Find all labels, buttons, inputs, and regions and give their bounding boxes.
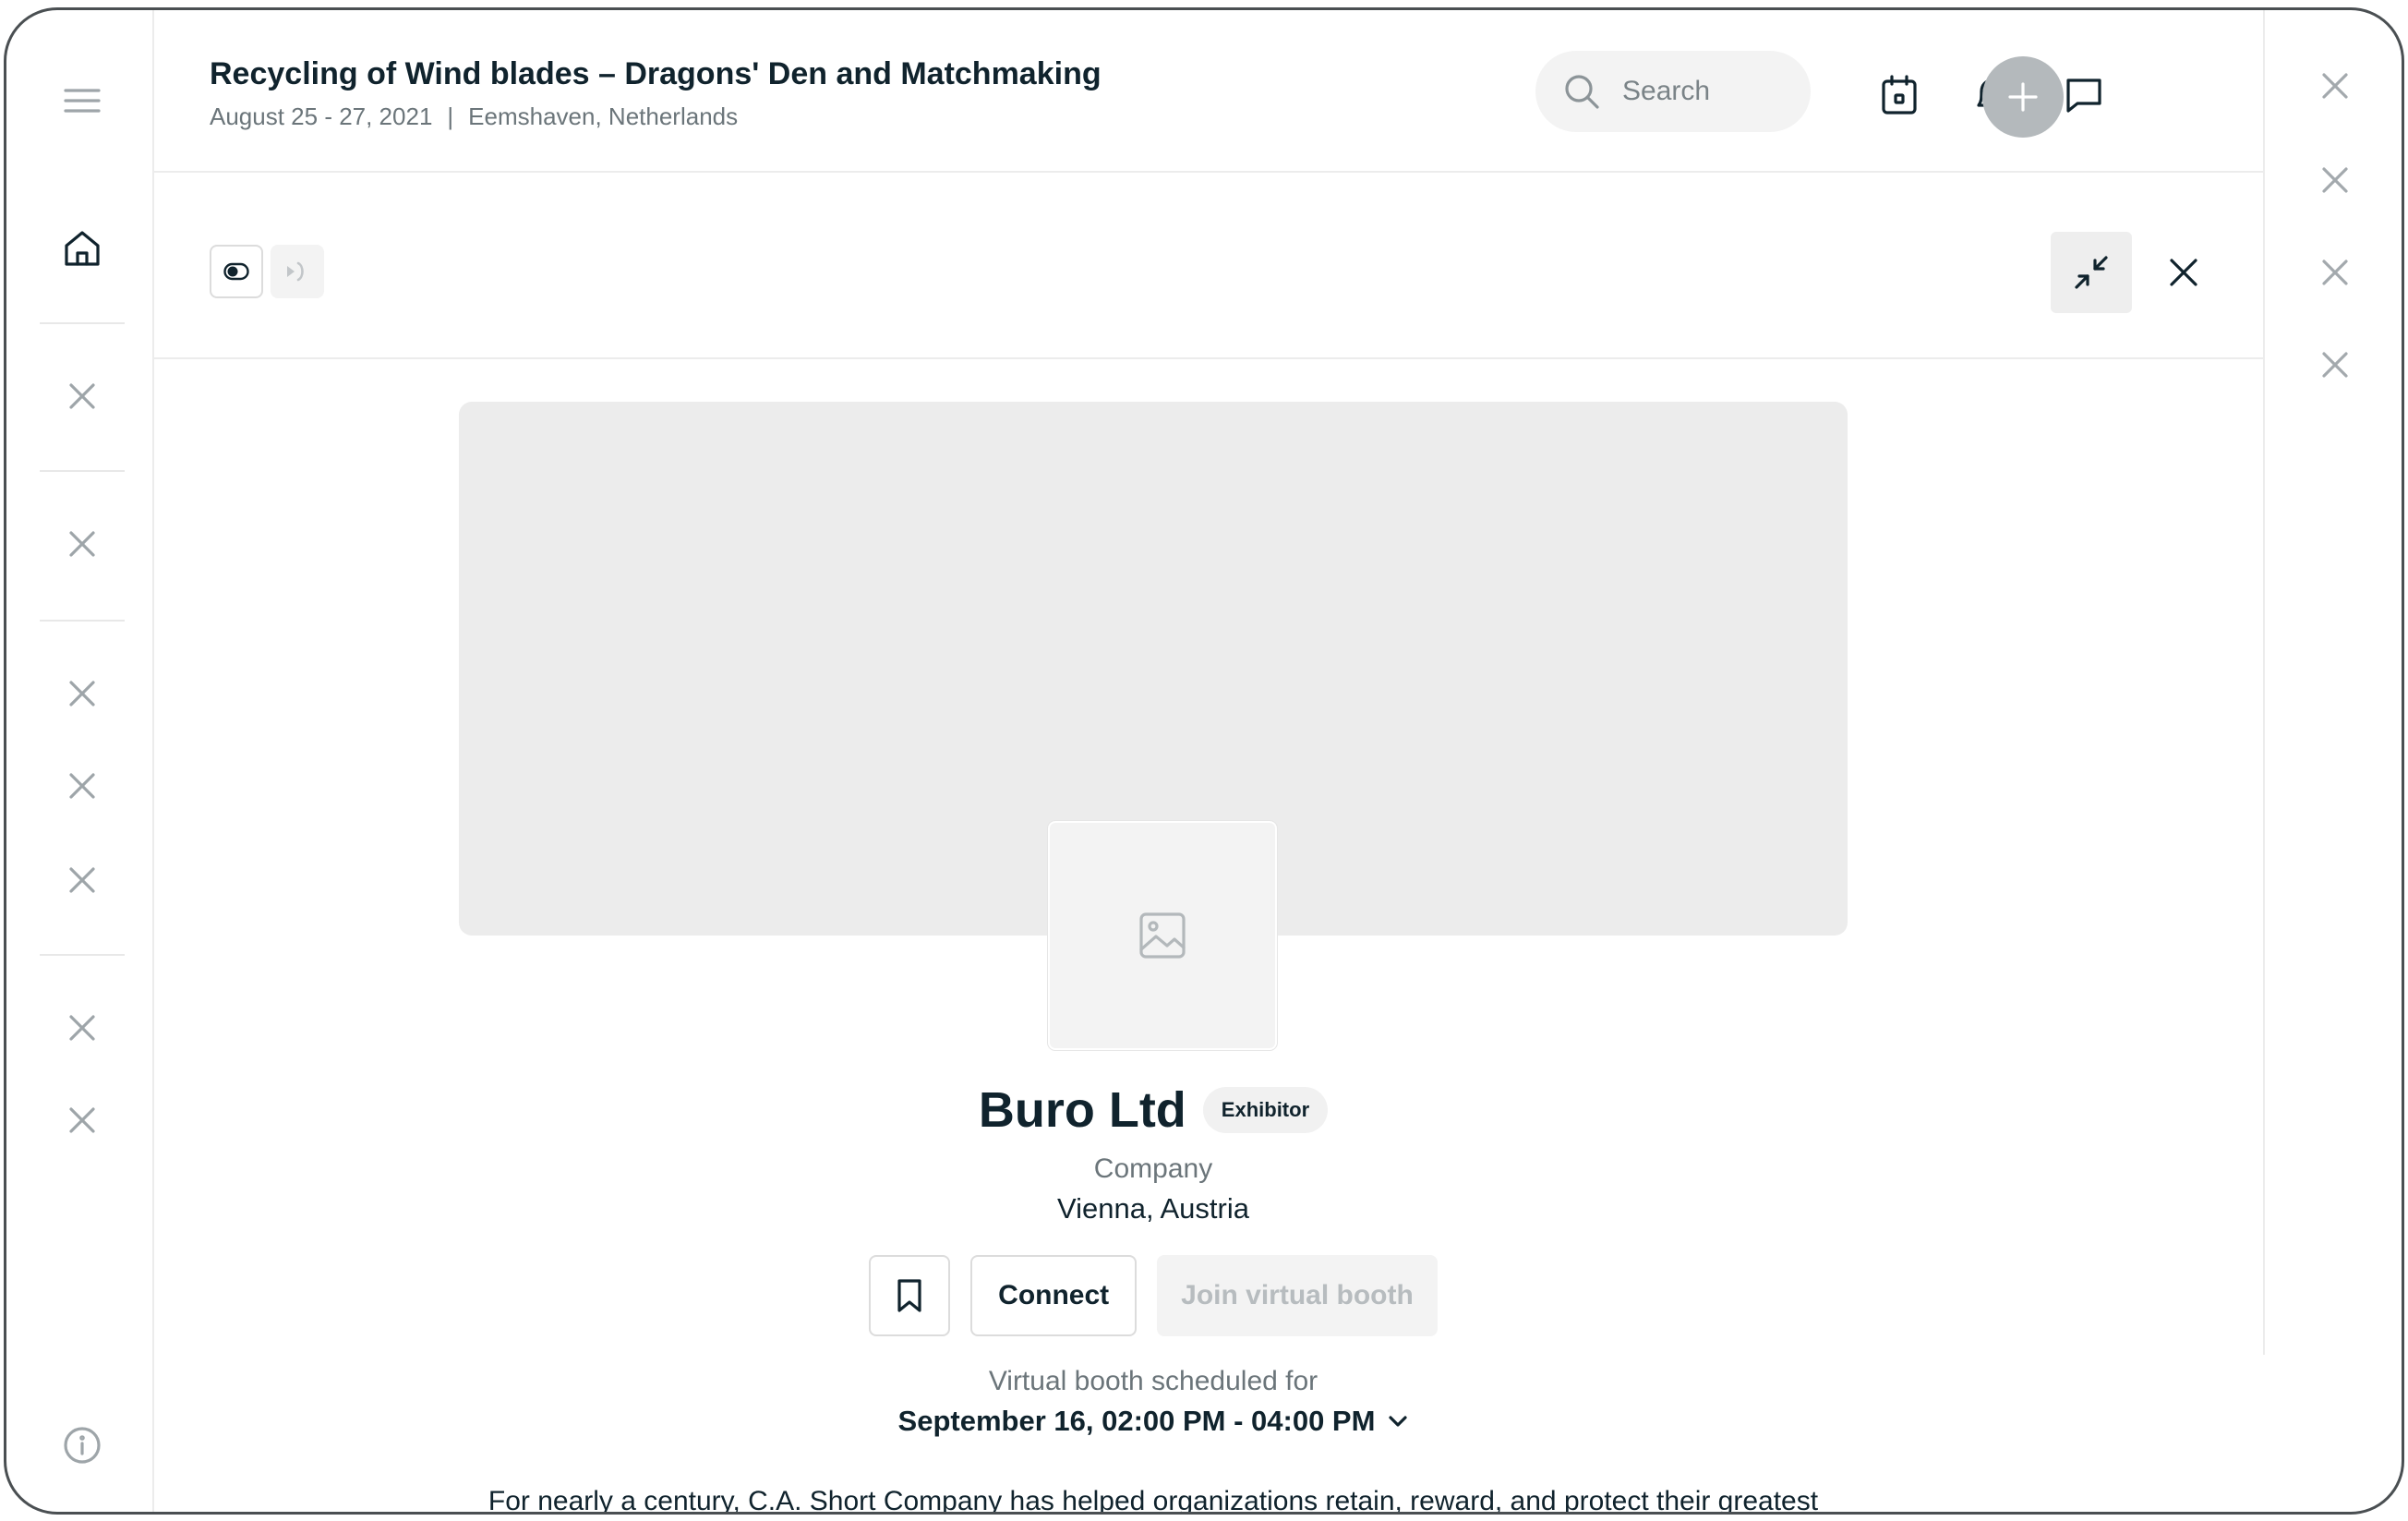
close-icon[interactable] xyxy=(2304,241,2366,304)
plus-icon[interactable] xyxy=(1982,56,2064,138)
event-title: Recycling of Wind blades – Dragons' Den … xyxy=(210,56,1102,91)
chat-icon[interactable] xyxy=(2058,69,2110,121)
schedule-time: September 16, 02:00 PM - 04:00 PM xyxy=(897,1405,1376,1437)
meta-separator: | xyxy=(447,103,454,130)
schedule-label: Virtual booth scheduled for xyxy=(988,1366,1318,1396)
join-virtual-booth-button[interactable]: Join virtual booth xyxy=(1157,1255,1438,1336)
bookmark-icon xyxy=(897,1279,921,1312)
event-dates: August 25 - 27, 2021 xyxy=(210,103,433,130)
company-description: For nearly a century, C.A. Short Company… xyxy=(488,1486,1819,1515)
sidebar-divider xyxy=(40,470,125,472)
company-name: Buro Ltd xyxy=(978,1082,1186,1138)
image-icon xyxy=(1139,912,1186,959)
search-icon xyxy=(1563,73,1600,110)
app-window: Recycling of Wind blades – Dragons' Den … xyxy=(4,7,2404,1515)
view-toggle-icon[interactable] xyxy=(210,245,263,298)
bookmark-button[interactable] xyxy=(869,1255,951,1336)
close-icon[interactable] xyxy=(2304,149,2366,211)
company-type: Company xyxy=(1093,1153,1213,1184)
audio-toggle-icon[interactable] xyxy=(271,245,324,298)
connect-button[interactable]: Connect xyxy=(970,1255,1138,1336)
profile-actions: Connect Join virtual booth xyxy=(6,1255,2300,1336)
company-location: Vienna, Austria xyxy=(1057,1192,1249,1225)
home-icon[interactable] xyxy=(51,217,114,280)
schedule-dropdown[interactable]: September 16, 02:00 PM - 04:00 PM xyxy=(6,1405,2300,1438)
chevron-down-icon xyxy=(1389,1416,1408,1427)
sidebar-item-close-icon[interactable] xyxy=(51,754,114,817)
calendar-icon[interactable] xyxy=(1873,69,1925,121)
event-meta: August 25 - 27, 2021 | Eemshaven, Netherla… xyxy=(210,103,738,131)
event-location: Eemshaven, Netherlands xyxy=(468,103,739,130)
sidebar-divider xyxy=(40,954,125,956)
close-icon[interactable] xyxy=(2304,333,2366,396)
exhibitor-badge: Exhibitor xyxy=(1202,1087,1329,1133)
sidebar-item-close-icon[interactable] xyxy=(51,365,114,428)
company-logo-placeholder xyxy=(1047,820,1278,1051)
sidebar-item-close-icon[interactable] xyxy=(51,849,114,911)
menu-icon[interactable] xyxy=(51,69,114,132)
search-placeholder: Search xyxy=(1622,76,1711,106)
close-icon[interactable] xyxy=(2304,54,2366,117)
minimize-icon[interactable] xyxy=(2051,232,2132,313)
sidebar-divider xyxy=(40,620,125,622)
close-icon[interactable] xyxy=(2152,241,2215,304)
top-header: Recycling of Wind blades – Dragons' Den … xyxy=(154,10,2263,173)
sidebar-item-close-icon[interactable] xyxy=(51,662,114,725)
sidebar-item-close-icon[interactable] xyxy=(51,996,114,1059)
company-name-row: Buro Ltd Exhibitor xyxy=(6,1081,2300,1139)
panel-toolbar xyxy=(154,173,2263,359)
sidebar-divider xyxy=(40,322,125,324)
sidebar-item-close-icon[interactable] xyxy=(51,513,114,575)
search-input[interactable]: Search xyxy=(1535,51,1811,132)
